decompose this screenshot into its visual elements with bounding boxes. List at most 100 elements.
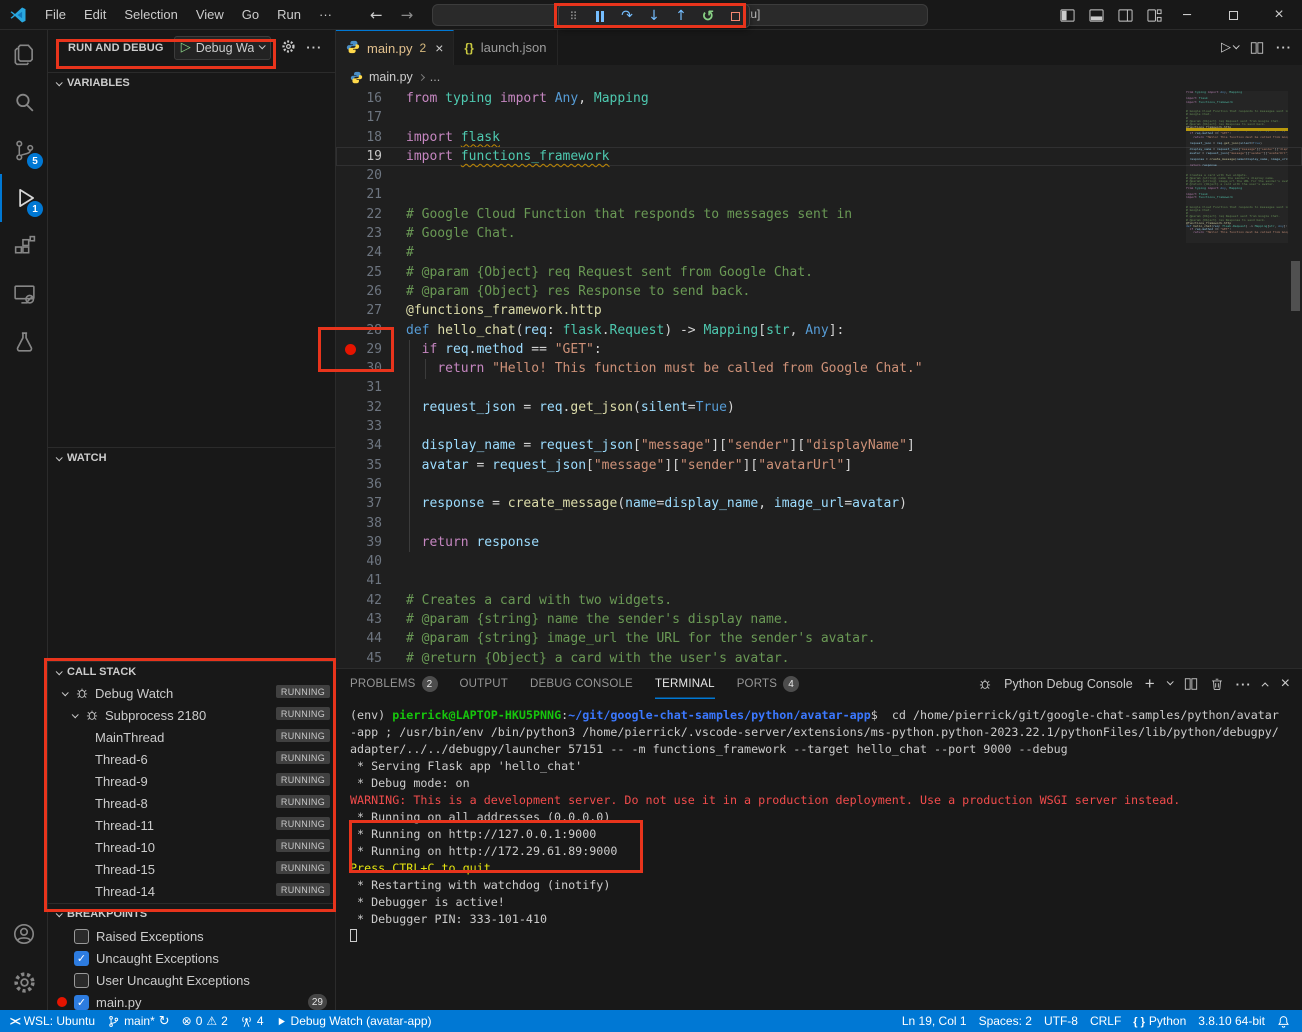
code-line-29[interactable]: 29 if req.method == "GET": [336,340,1302,359]
menu-run[interactable]: Run [269,4,309,25]
stop-button[interactable] [727,7,743,25]
panel-tab-ports[interactable]: PORTS4 [737,669,799,699]
menu-file[interactable]: File [37,4,74,25]
code-line-28[interactable]: 28def hello_chat(req: flask.Request) -> … [336,321,1302,340]
split-editor-icon[interactable] [1250,41,1264,55]
activity-accounts-icon[interactable] [0,910,48,958]
code-line-27[interactable]: 27@functions_framework.http [336,301,1302,320]
call-stack-row[interactable]: Debug WatchRUNNING [48,682,335,704]
breakpoint-checkbox[interactable] [74,929,89,944]
customize-layout-icon[interactable] [1147,8,1162,23]
pause-button[interactable] [592,7,608,25]
activity-settings-icon[interactable] [0,958,48,1006]
code-editor[interactable]: 16from typing import Any, Mapping1718imp… [336,89,1302,668]
activity-search-icon[interactable] [0,78,48,126]
code-line-30[interactable]: 30 return "Hello! This function must be … [336,359,1302,378]
breadcrumb-more[interactable]: ... [430,70,440,84]
breakpoint-row[interactable]: User Uncaught Exceptions [48,969,335,991]
language-status[interactable]: { }Python [1127,1010,1192,1032]
terminal-output[interactable]: (env) pierrick@LAPTOP-HKU5PNNG:~/git/goo… [336,699,1302,1010]
code-line-18[interactable]: 18import flask [336,128,1302,147]
panel-more-actions-icon[interactable]: ··· [1236,677,1252,692]
panel-tab-output[interactable]: OUTPUT [460,669,508,699]
code-line-24[interactable]: 24# [336,243,1302,262]
code-line-34[interactable]: 34 display_name = request_json["message"… [336,436,1302,455]
kill-terminal-icon[interactable] [1210,677,1224,691]
breakpoint-checkbox[interactable]: ✓ [74,995,89,1010]
code-line-40[interactable]: 40 [336,552,1302,571]
call-stack-row[interactable]: Subprocess 2180RUNNING [48,704,335,726]
back-icon[interactable]: ← [370,6,383,24]
minimap[interactable]: from typing import Any, Mappingimport fl… [1186,91,1288,261]
maximize-button[interactable] [1210,0,1256,30]
code-line-26[interactable]: 26# @param {Object} res Response to send… [336,282,1302,301]
editor-scrollbar[interactable] [1291,261,1300,311]
close-tab-icon[interactable]: × [435,40,443,56]
call-stack-row[interactable]: Thread-14RUNNING [48,880,335,902]
debug-session[interactable]: Debug Watch (avatar-app) [270,1010,438,1032]
section-breakpoints[interactable]: BREAKPOINTS [48,903,335,924]
code-line-33[interactable]: 33 [336,417,1302,436]
toggle-panel-icon[interactable] [1089,8,1104,23]
toggle-secondary-sidebar-icon[interactable] [1118,8,1133,23]
call-stack-row[interactable]: Thread-11RUNNING [48,814,335,836]
activity-remote-explorer-icon[interactable] [0,270,48,318]
code-line-21[interactable]: 21 [336,185,1302,204]
code-line-22[interactable]: 22# Google Cloud Function that responds … [336,205,1302,224]
panel-tab-terminal[interactable]: TERMINAL [655,669,715,699]
breakpoint-row[interactable]: ✓Uncaught Exceptions [48,947,335,969]
breadcrumb[interactable]: main.py ... [336,65,1302,89]
minimize-button[interactable]: ─ [1164,0,1210,30]
restart-button[interactable]: ↺ [700,7,716,25]
panel-tab-problems[interactable]: PROBLEMS2 [350,669,438,699]
encoding[interactable]: UTF-8 [1038,1010,1084,1032]
menu-selection[interactable]: Selection [116,4,185,25]
code-line-20[interactable]: 20 [336,166,1302,185]
code-line-17[interactable]: 17 [336,108,1302,127]
call-stack-row[interactable]: Thread-9RUNNING [48,770,335,792]
code-line-43[interactable]: 43# @param {string} name the sender's di… [336,610,1302,629]
cursor-position[interactable]: Ln 19, Col 1 [896,1010,973,1032]
menu-go[interactable]: Go [234,4,267,25]
call-stack-row[interactable]: Thread-6RUNNING [48,748,335,770]
tab-main-py[interactable]: main.py2× [336,30,454,65]
breakpoint-checkbox[interactable]: ✓ [74,951,89,966]
activity-extensions-icon[interactable] [0,222,48,270]
debug-config-dropdown[interactable]: ▷ Debug Wa [174,36,272,60]
code-line-44[interactable]: 44# @param {string} image_url the URL fo… [336,629,1302,648]
new-terminal-icon[interactable]: + [1145,674,1155,694]
section-call-stack[interactable]: CALL STACK [48,661,335,682]
step-out-button[interactable]: ↑ [673,7,689,25]
toolbar-gripper[interactable]: ⠿ [565,7,581,25]
forward-icon[interactable]: → [401,6,414,24]
activity-explorer-icon[interactable] [0,30,48,78]
code-line-31[interactable]: 31 [336,378,1302,397]
call-stack-row[interactable]: Thread-8RUNNING [48,792,335,814]
menu-[interactable]: ··· [311,4,340,25]
indentation[interactable]: Spaces: 2 [973,1010,1038,1032]
section-watch[interactable]: WATCH [48,447,335,468]
step-over-button[interactable]: ↷ [619,7,635,25]
run-python-file-button[interactable]: ▷ [1221,40,1238,55]
code-line-38[interactable]: 38 [336,514,1302,533]
code-line-32[interactable]: 32 request_json = req.get_json(silent=Tr… [336,398,1302,417]
ports-status[interactable]: 4 [234,1010,270,1032]
step-into-button[interactable]: ↓ [646,7,662,25]
code-line-39[interactable]: 39 return response [336,533,1302,552]
section-variables[interactable]: VARIABLES [48,72,335,93]
breakpoint-dot-icon[interactable] [345,344,356,355]
code-line-45[interactable]: 45# @return {Object} a card with the use… [336,649,1302,668]
editor-more-actions-icon[interactable]: ··· [1276,40,1292,55]
split-terminal-icon[interactable] [1184,677,1198,691]
menu-view[interactable]: View [188,4,232,25]
terminal-name[interactable]: Python Debug Console [1004,677,1133,691]
problems-status[interactable]: ⊗0⚠2 [176,1010,234,1032]
code-line-23[interactable]: 23# Google Chat. [336,224,1302,243]
breakpoint-row[interactable]: Raised Exceptions [48,925,335,947]
notifications[interactable] [1271,1010,1296,1032]
activity-source-control-icon[interactable]: 5 [0,126,48,174]
maximize-panel-icon[interactable] [1261,682,1268,689]
call-stack-row[interactable]: MainThreadRUNNING [48,726,335,748]
code-line-36[interactable]: 36 [336,475,1302,494]
code-line-42[interactable]: 42# Creates a card with two widgets. [336,591,1302,610]
